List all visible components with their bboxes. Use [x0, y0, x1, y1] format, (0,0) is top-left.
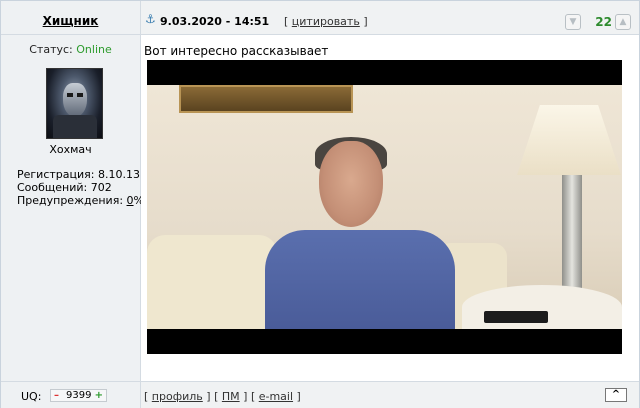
status-label: Статус:	[29, 43, 73, 56]
warnings-row: Предупреждения: 0%	[17, 194, 144, 207]
quote-control: [ цитировать ]	[284, 15, 368, 28]
bracket: [	[214, 390, 219, 403]
bracket: [	[284, 15, 289, 28]
uq-karma-widget: – 9399 +	[50, 389, 107, 402]
messages-row: Сообщений: 702	[17, 181, 144, 194]
author-status: Статус: Online	[1, 43, 140, 56]
post-footer: [ профиль ] [ ПМ ] [ e-mail ] ^	[141, 381, 639, 408]
avatar-shoulder-shape	[53, 115, 97, 138]
karma-plus-icon[interactable]: +	[95, 390, 103, 401]
messages-label: Сообщений:	[17, 181, 88, 194]
uq-label: UQ:	[21, 390, 42, 403]
wall-painting	[179, 85, 353, 113]
quote-link[interactable]: цитировать	[292, 15, 360, 28]
author-rank: Хохмач	[49, 143, 92, 156]
user-karma-cell: UQ: – 9399 +	[1, 381, 141, 408]
post-message: Вот интересно рассказывает	[144, 44, 329, 58]
status-value: Online	[76, 43, 112, 56]
bracket: ]	[243, 390, 248, 403]
avatar[interactable]	[46, 68, 103, 139]
registration-label: Регистрация:	[17, 168, 95, 181]
registration-value: 8.10.13	[97, 168, 140, 181]
post-header: ⚓ 9.03.2020 - 14:51 [ цитировать ] ▼ 22 …	[141, 1, 639, 35]
avatar-mask-shape	[63, 83, 87, 117]
bracket: ]	[296, 390, 301, 403]
profile-link[interactable]: профиль	[152, 390, 203, 403]
avatar-eye-shape	[67, 93, 73, 97]
video-frame	[147, 85, 622, 329]
warnings-label: Предупреждения:	[17, 194, 124, 207]
speaker-body	[265, 230, 455, 329]
sofa-shape	[147, 235, 277, 329]
email-link[interactable]: e-mail	[259, 390, 293, 403]
post-date: 9.03.2020 - 14:51	[160, 15, 270, 28]
bracket: [	[250, 390, 256, 403]
avatar-eye-shape	[77, 93, 83, 97]
bracket: [	[144, 390, 149, 403]
phone-shape	[484, 311, 548, 323]
bracket: ]	[206, 390, 211, 403]
messages-value: 702	[90, 181, 112, 194]
forum-post: Хищник ⚓ 9.03.2020 - 14:51 [ цитировать …	[0, 0, 640, 408]
lamp-base	[562, 175, 582, 295]
author-profile-panel: Статус: Online Хохмач Регистрация: 8.10.…	[1, 35, 144, 381]
scroll-top-button[interactable]: ^	[605, 388, 627, 402]
bracket: ]	[363, 15, 368, 28]
author-stats: Регистрация: 8.10.13 Сообщений: 702 Пред…	[17, 168, 144, 207]
warnings-value-link[interactable]: 0	[127, 194, 134, 207]
post-rating: 22	[595, 15, 612, 29]
speaker-head	[319, 141, 383, 227]
karma-minus-icon[interactable]: –	[54, 390, 59, 401]
registration-row: Регистрация: 8.10.13	[17, 168, 144, 181]
post-content: Вот интересно рассказывает	[141, 35, 639, 381]
post-author-cell: Хищник	[1, 1, 141, 35]
thumb-down-icon[interactable]: ▼	[565, 14, 581, 30]
uq-value: 9399	[66, 390, 92, 401]
pm-link[interactable]: ПМ	[222, 390, 240, 403]
author-links: [ профиль ] [ ПМ ] [ e-mail ]	[144, 390, 301, 403]
author-name-link[interactable]: Хищник	[1, 14, 140, 28]
lamp-shade	[517, 105, 621, 175]
anchor-icon[interactable]: ⚓	[145, 12, 156, 26]
embedded-video[interactable]	[147, 60, 622, 354]
thumb-up-icon[interactable]: ▲	[615, 14, 631, 30]
